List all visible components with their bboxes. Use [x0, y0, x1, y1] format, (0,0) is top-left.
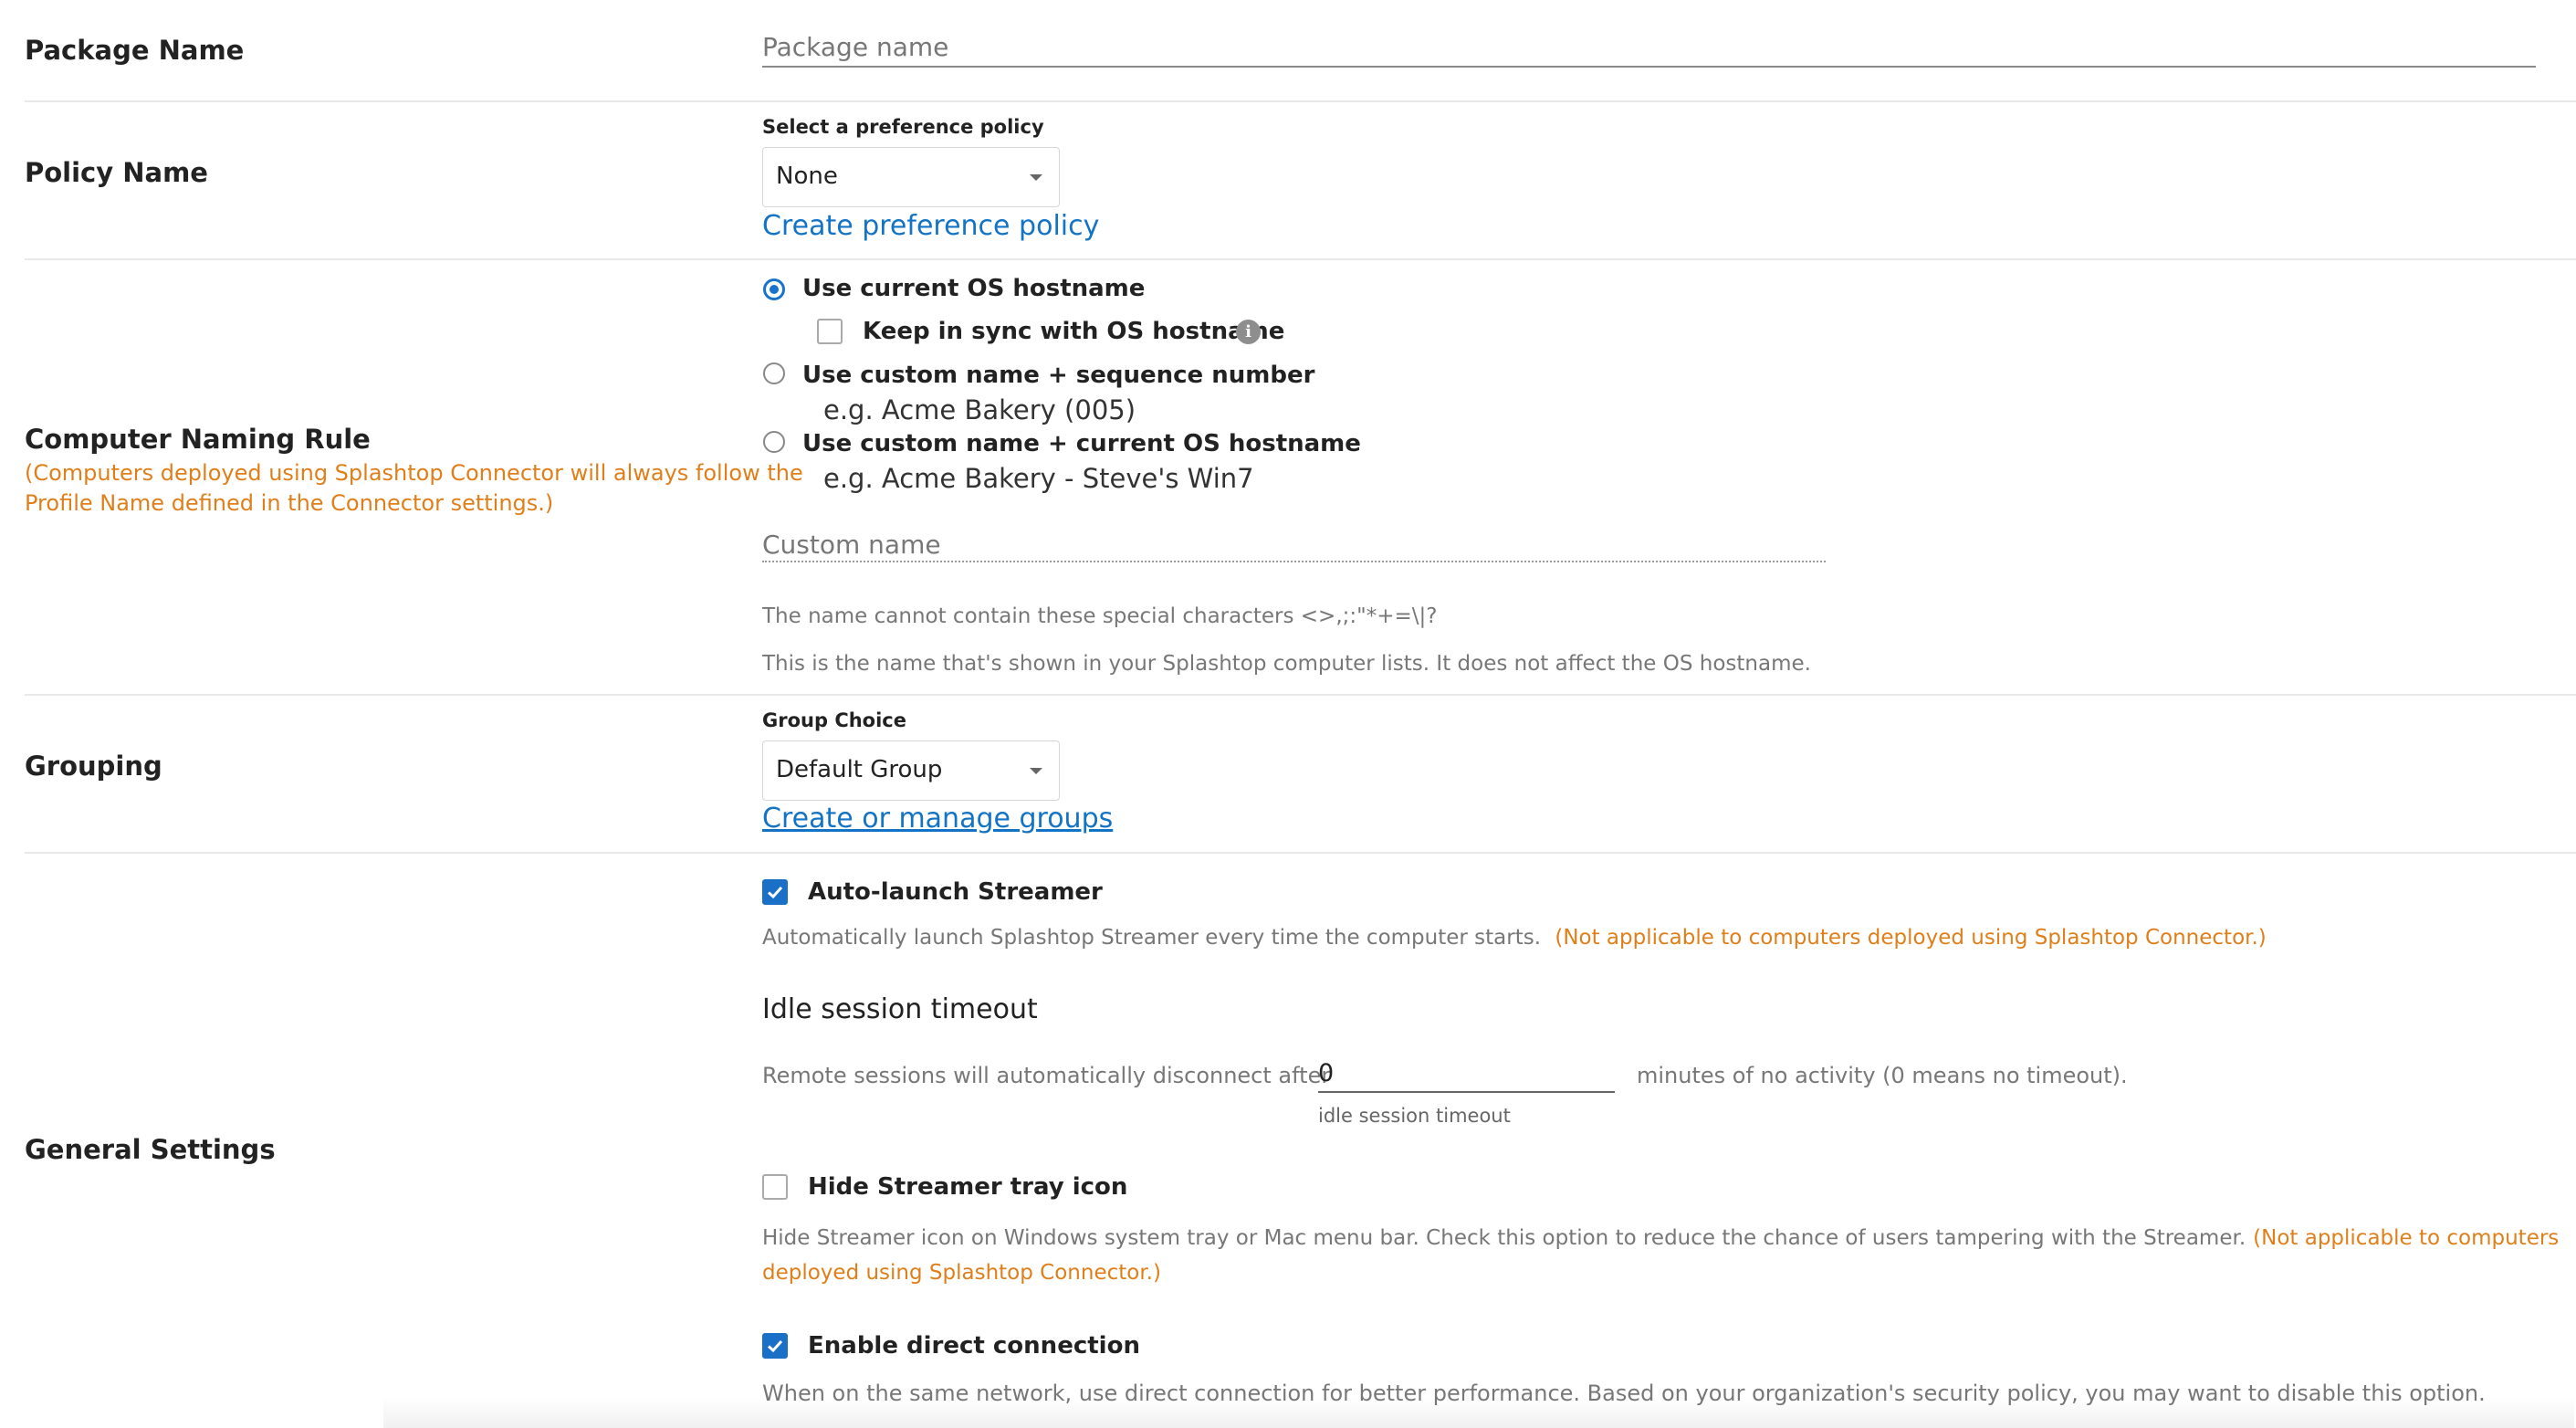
- info-icon[interactable]: i: [1236, 320, 1261, 344]
- radio-custom-name-hostname[interactable]: [763, 431, 785, 453]
- hide-tray-note: (Not applicable to computers: [2253, 1226, 2560, 1250]
- policy-select-value: None: [776, 163, 838, 190]
- keep-in-sync-label[interactable]: Keep in sync with OS hostname: [863, 318, 1284, 345]
- custom-name-hint-display: This is the name that's shown in your Sp…: [762, 652, 1811, 676]
- option-custom-name-sequence-example: e.g. Acme Bakery (005): [823, 394, 1136, 425]
- divider: [25, 852, 2576, 854]
- custom-name-input[interactable]: [762, 528, 1826, 562]
- grouping-label: Grouping: [25, 751, 162, 782]
- checkmark-icon: [767, 886, 783, 899]
- policy-name-label: Policy Name: [25, 157, 208, 188]
- package-name-input[interactable]: [762, 27, 2536, 68]
- idle-timeout-input[interactable]: [1318, 1055, 1615, 1093]
- policy-select[interactable]: None: [762, 147, 1060, 207]
- idle-timeout-prefix: Remote sessions will automatically disco…: [762, 1063, 1331, 1088]
- auto-launch-label[interactable]: Auto-launch Streamer: [808, 878, 1103, 906]
- divider: [25, 258, 2576, 260]
- policy-select-caption: Select a preference policy: [762, 116, 1044, 138]
- direct-connection-label[interactable]: Enable direct connection: [808, 1332, 1140, 1360]
- chevron-down-icon: [1030, 768, 1042, 774]
- divider: [25, 694, 2576, 696]
- option-use-os-hostname-label[interactable]: Use current OS hostname: [802, 275, 1145, 302]
- group-choice-value: Default Group: [776, 756, 943, 783]
- computer-naming-rule-label: Computer Naming Rule: [25, 424, 371, 455]
- hide-tray-checkbox[interactable]: [762, 1174, 788, 1200]
- group-choice-caption: Group Choice: [762, 709, 906, 731]
- auto-launch-checkbox[interactable]: [762, 879, 788, 905]
- radio-use-os-hostname[interactable]: [763, 278, 785, 300]
- hide-tray-description: Hide Streamer icon on Windows system tra…: [762, 1221, 2559, 1290]
- option-custom-name-sequence-label[interactable]: Use custom name + sequence number: [802, 362, 1314, 389]
- option-custom-name-hostname-label[interactable]: Use custom name + current OS hostname: [802, 430, 1361, 457]
- hide-tray-label[interactable]: Hide Streamer tray icon: [808, 1173, 1127, 1201]
- idle-timeout-caption: idle session timeout: [1318, 1105, 1511, 1127]
- create-manage-groups-link[interactable]: Create or manage groups: [762, 803, 1113, 835]
- group-choice-select[interactable]: Default Group: [762, 740, 1060, 801]
- keep-in-sync-checkbox[interactable]: [817, 319, 843, 344]
- checkmark-icon: [767, 1339, 783, 1353]
- naming-rule-note-line: Profile Name defined in the Connector se…: [25, 490, 554, 516]
- direct-connection-checkbox[interactable]: [762, 1333, 788, 1359]
- auto-launch-note: (Not applicable to computers deployed us…: [1555, 926, 2267, 950]
- hide-tray-desc-text: Hide Streamer icon on Windows system tra…: [762, 1226, 2246, 1250]
- idle-timeout-title: Idle session timeout: [762, 993, 1038, 1025]
- naming-rule-note-line: (Computers deployed using Splashtop Conn…: [25, 460, 803, 486]
- auto-launch-desc-text: Automatically launch Splashtop Streamer …: [762, 926, 1542, 950]
- custom-name-hint-chars: The name cannot contain these special ch…: [762, 604, 1438, 628]
- chevron-down-icon: [1030, 174, 1042, 181]
- hide-tray-note: deployed using Splashtop Connector.): [762, 1261, 1161, 1285]
- create-preference-policy-link[interactable]: Create preference policy: [762, 210, 1099, 242]
- idle-timeout-suffix: minutes of no activity (0 means no timeo…: [1637, 1063, 2128, 1088]
- divider: [25, 100, 2576, 102]
- option-custom-name-hostname-example: e.g. Acme Bakery - Steve's Win7: [823, 463, 1254, 494]
- auto-launch-description: Automatically launch Splashtop Streamer …: [762, 926, 2267, 950]
- naming-rule-note: (Computers deployed using Splashtop Conn…: [25, 458, 803, 519]
- package-name-label: Package Name: [25, 35, 245, 66]
- radio-custom-name-sequence[interactable]: [763, 362, 785, 384]
- general-settings-label: General Settings: [25, 1134, 276, 1165]
- bottom-shadow: [383, 1397, 2574, 1428]
